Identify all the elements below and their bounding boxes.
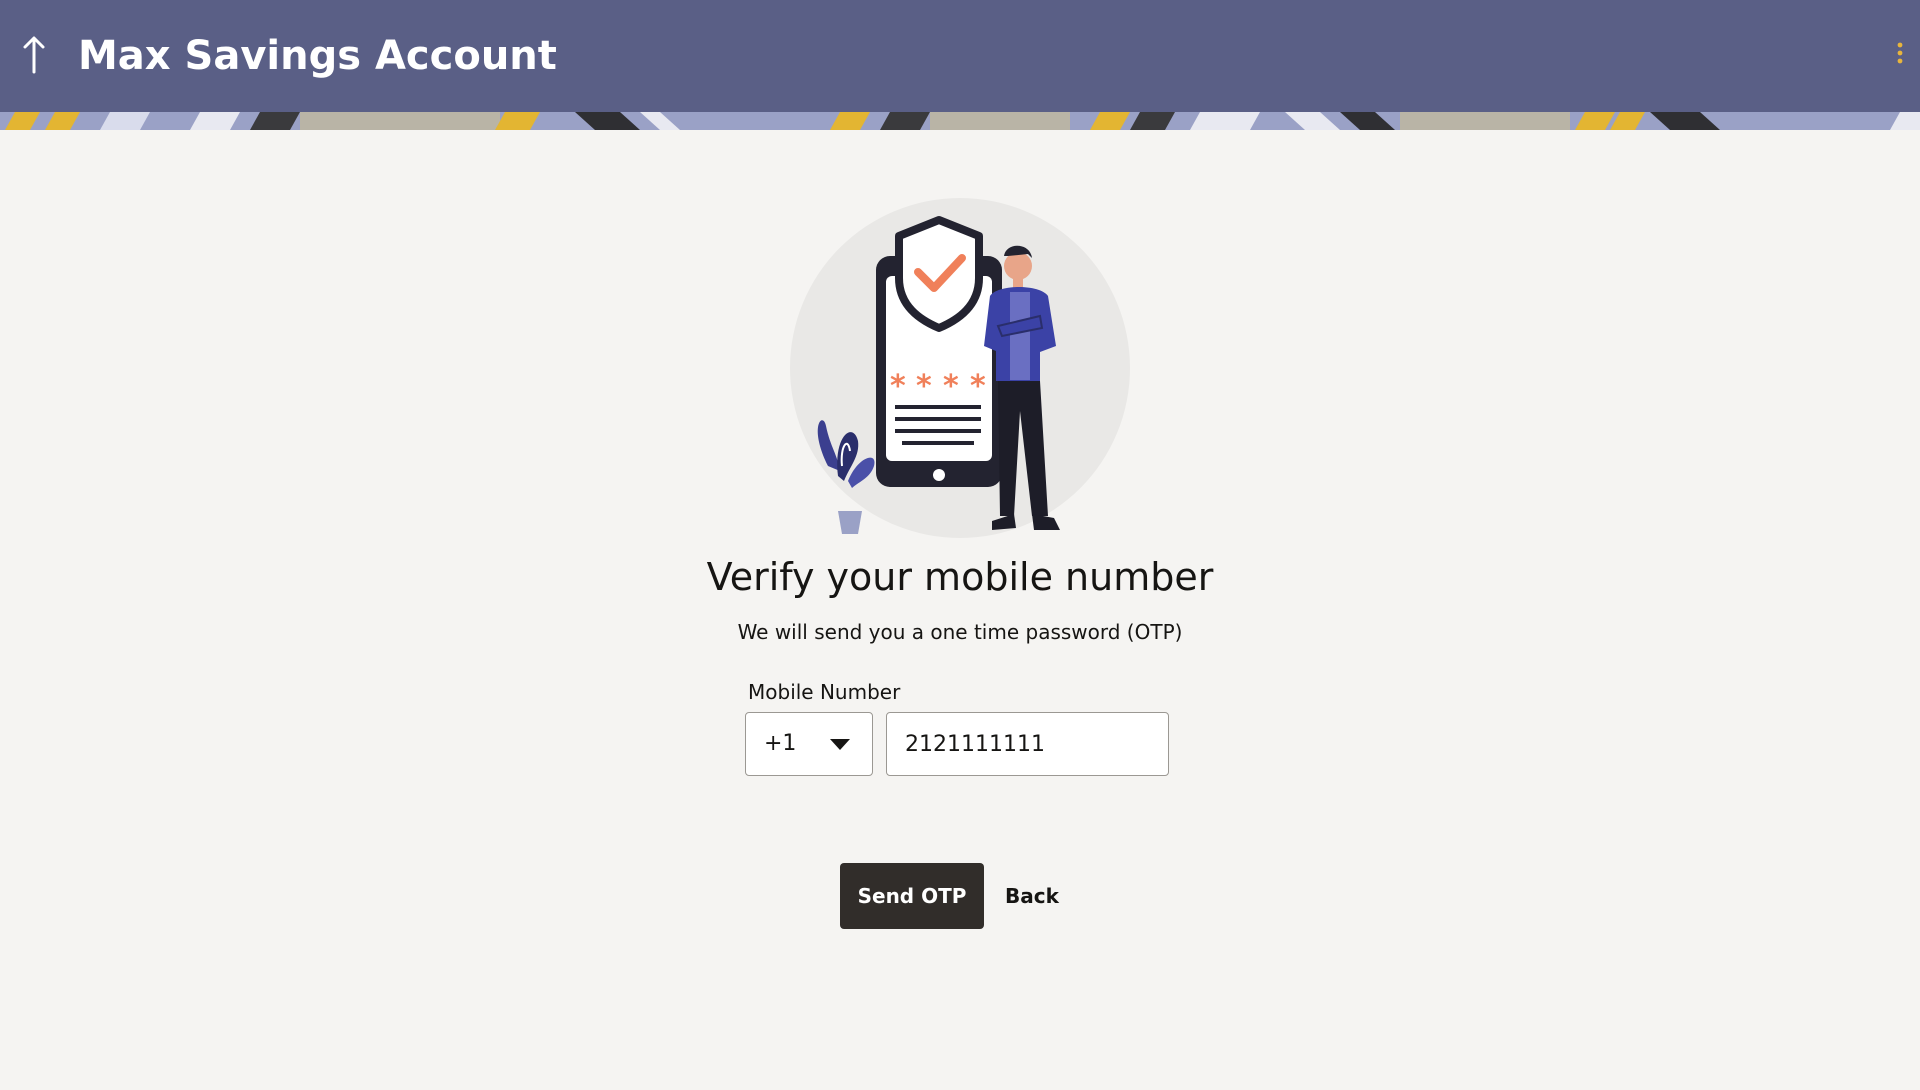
mobile-verification-illustration: * * * * xyxy=(790,198,1130,538)
chevron-down-icon xyxy=(830,739,850,750)
app-header: Max Savings Account xyxy=(0,0,1920,112)
country-code-select[interactable]: +1 xyxy=(745,712,873,776)
svg-text:*: * xyxy=(943,369,959,404)
svg-text:*: * xyxy=(890,369,906,404)
back-button[interactable]: Back xyxy=(998,863,1066,929)
page-heading: Verify your mobile number xyxy=(706,555,1214,599)
page-title: Max Savings Account xyxy=(78,33,557,79)
decorative-banner-strip xyxy=(0,112,1920,130)
up-arrow-icon[interactable] xyxy=(18,34,50,74)
send-otp-button[interactable]: Send OTP xyxy=(840,863,984,929)
svg-text:*: * xyxy=(970,369,986,404)
otp-description: We will send you a one time password (OT… xyxy=(737,620,1183,644)
country-code-value: +1 xyxy=(764,731,797,756)
kebab-menu-icon[interactable] xyxy=(1888,40,1912,70)
mobile-number-label: Mobile Number xyxy=(748,680,901,704)
mobile-number-input[interactable] xyxy=(886,712,1169,776)
svg-text:*: * xyxy=(916,369,932,404)
